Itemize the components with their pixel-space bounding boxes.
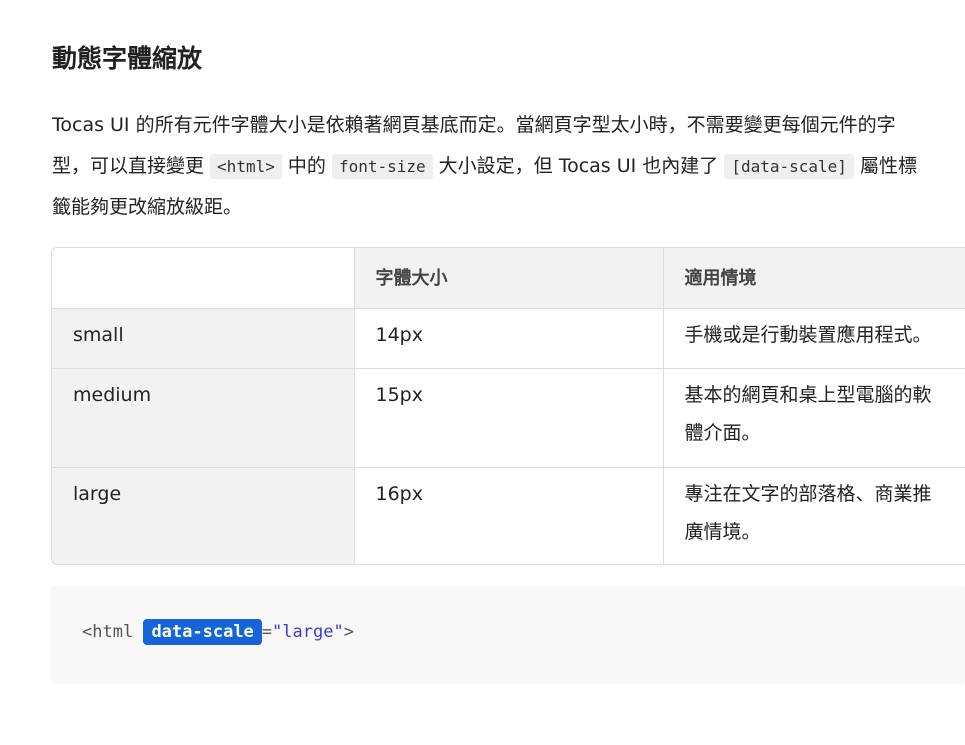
intro-text-segment: 型，可以直接變更: [52, 155, 211, 177]
scale-table-grid: 字體大小 適用情境 small 14px 手機或是行動裝置應用程式。 mediu…: [52, 248, 965, 564]
scale-table: 字體大小 適用情境 small 14px 手機或是行動裝置應用程式。 mediu…: [51, 247, 965, 565]
table-row: large 16px 專注在文字的部落格、商業推 廣情境。: [52, 467, 965, 564]
usage-text-line: 專注在文字的部落格、商業推: [684, 482, 932, 505]
table-cell-scale-name: small: [52, 308, 354, 369]
usage-text: 手機或是行動裝置應用程式。: [684, 323, 932, 346]
intro-text-segment: 中的: [281, 155, 332, 177]
size-value: 16px: [375, 482, 423, 505]
scale-name-label: large: [73, 482, 122, 505]
code-attr-value: "large": [272, 622, 344, 642]
code-tag-open: <html: [82, 622, 134, 642]
section-title: 動態字體縮放: [52, 44, 203, 73]
intro-line-1: Tocas UI 的所有元件字體大小是依賴著網頁基底而定。當網頁字型太小時，不需…: [52, 114, 896, 136]
scale-name-label: medium: [73, 383, 152, 406]
intro-line-2: 型，可以直接變更 <html> 中的 font-size 大小設定，但 Toca…: [52, 146, 965, 187]
table-cell-size: 16px: [353, 467, 663, 564]
size-value: 14px: [375, 323, 423, 346]
code-tag-close: >: [343, 622, 354, 642]
intro-text-segment: 大小設定，但 Tocas UI 也內建了: [432, 155, 725, 177]
table-cell-usage: 基本的網頁和桌上型電腦的軟 體介面。: [662, 368, 965, 468]
table-row: medium 15px 基本的網頁和桌上型電腦的軟 體介面。: [52, 368, 965, 468]
code-example-block: <html data-scale ="large">: [51, 586, 965, 684]
scale-name-label: small: [73, 323, 124, 346]
table-cell-scale-name: medium: [52, 368, 354, 468]
table-cell-size: 14px: [353, 308, 663, 369]
intro-text-segment: 屬性標: [853, 155, 917, 177]
inline-code-data-scale: [data-scale]: [724, 154, 854, 179]
table-cell-size: 15px: [353, 368, 663, 468]
table-header-cell-empty: [52, 248, 354, 309]
intro-paragraph: Tocas UI 的所有元件字體大小是依賴著網頁基底而定。當網頁字型太小時，不需…: [52, 105, 965, 228]
table-cell-usage: 手機或是行動裝置應用程式。: [662, 308, 965, 369]
usage-text-line: 體介面。: [684, 421, 761, 444]
inline-code-font-size: font-size: [331, 154, 433, 179]
table-header-font-size: 字體大小: [353, 248, 663, 309]
code-attr-name-highlight: data-scale: [143, 619, 262, 645]
table-header-row: 字體大小 適用情境: [52, 248, 965, 309]
usage-text-line: 基本的網頁和桌上型電腦的軟: [684, 383, 932, 406]
table-cell-scale-name: large: [52, 467, 354, 564]
intro-line-3: 籤能夠更改縮放級距。: [52, 196, 243, 218]
table-row: small 14px 手機或是行動裝置應用程式。: [52, 308, 965, 369]
code-equals: =: [261, 622, 273, 642]
table-header-usage: 適用情境: [662, 248, 965, 309]
table-cell-usage: 專注在文字的部落格、商業推 廣情境。: [662, 467, 965, 564]
inline-code-html: <html>: [210, 154, 282, 179]
size-value: 15px: [375, 383, 423, 406]
usage-text-line: 廣情境。: [684, 520, 761, 543]
